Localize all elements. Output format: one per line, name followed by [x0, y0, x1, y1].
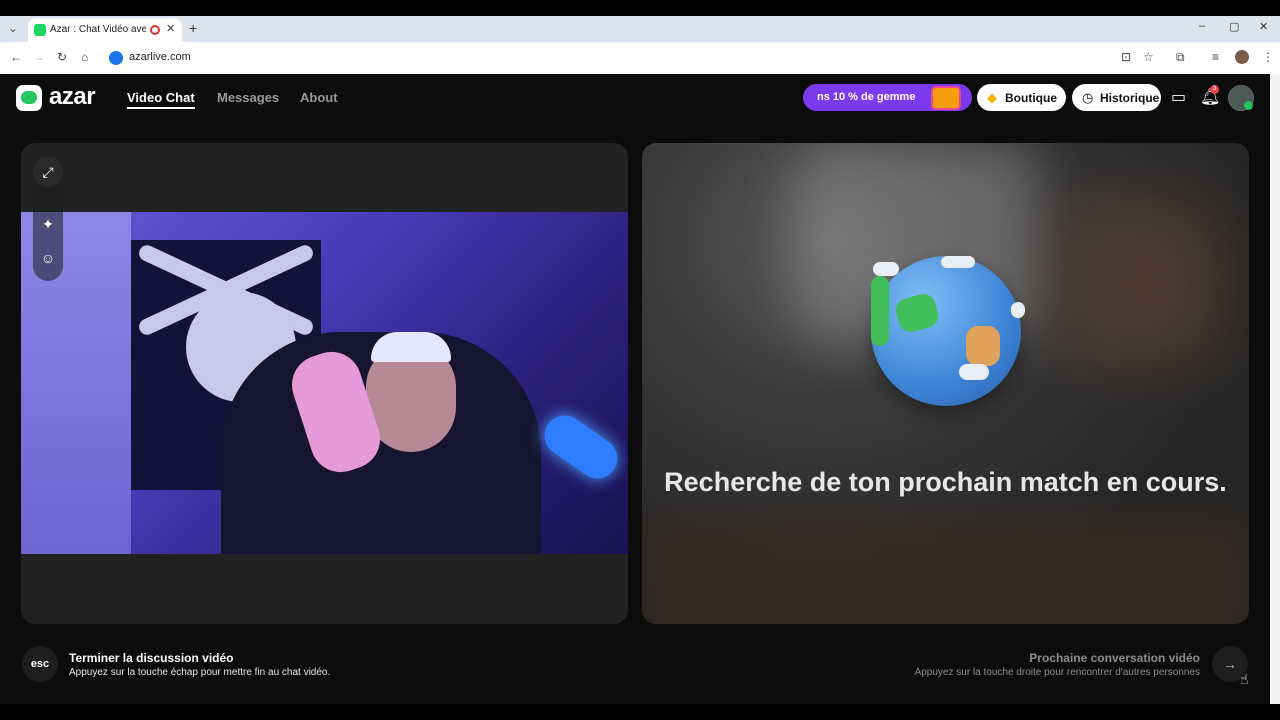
notification-badge: 3: [1210, 85, 1219, 94]
video-microphone: [536, 407, 626, 487]
treasure-chest-icon: [931, 86, 961, 110]
address-toolbar: ← → ↻ ⌂ azarlive.com ⊡ ☆ ⧉ ≡ ⋮: [0, 42, 1280, 74]
magic-wand-icon[interactable]: ✦: [33, 209, 63, 239]
gem-icon: ◆: [987, 90, 997, 105]
globe-icon: [871, 256, 1025, 406]
reload-icon[interactable]: ↻: [57, 50, 67, 64]
video-cap: [371, 332, 451, 362]
screen-bottom-border: [0, 704, 1280, 720]
searching-match-text: Recherche de ton prochain match en cours…: [664, 467, 1227, 497]
historique-label: Historique: [1100, 91, 1160, 105]
new-tab-button[interactable]: +: [189, 20, 197, 36]
nav-about[interactable]: About: [300, 90, 338, 105]
self-camera-feed: [21, 212, 628, 554]
maximize-button[interactable]: ▢: [1229, 20, 1239, 33]
nav-messages[interactable]: Messages: [217, 90, 279, 105]
end-chat-hint: Appuyez sur la touche échap pour mettre …: [69, 667, 331, 678]
address-bar[interactable]: azarlive.com: [103, 46, 1163, 70]
promo-text: ns 10 % de gemme: [817, 91, 916, 103]
forward-arrow-icon[interactable]: →: [33, 50, 45, 64]
azar-logo-icon[interactable]: [16, 85, 42, 111]
kebab-menu-icon[interactable]: ⋮: [1262, 50, 1274, 64]
gem-promo-banner[interactable]: ns 10 % de gemme: [803, 84, 972, 111]
nav-video-chat[interactable]: Video Chat: [127, 90, 195, 109]
inbox-icon[interactable]: ▭: [1171, 87, 1186, 107]
boutique-label: Boutique: [1005, 91, 1057, 105]
match-video-panel: Recherche de ton prochain match en cours…: [642, 143, 1249, 624]
home-icon[interactable]: ⌂: [81, 50, 88, 64]
close-tab-icon[interactable]: ✕: [166, 22, 175, 35]
azar-favicon-icon: [34, 24, 46, 36]
profile-avatar-icon[interactable]: [1235, 50, 1249, 64]
clock-icon: ◷: [1082, 90, 1094, 105]
end-chat-button[interactable]: esc: [22, 646, 58, 682]
recording-indicator-icon: [150, 25, 160, 35]
tab-title: Azar : Chat Vidéo avec de n: [50, 24, 146, 35]
browser-chrome: ⌄ Azar : Chat Vidéo avec de n ✕ + – ▢ ✕ …: [0, 16, 1280, 74]
close-window-button[interactable]: ✕: [1259, 20, 1268, 33]
puzzle-icon[interactable]: ⧉: [1176, 50, 1185, 65]
next-chat-hint: Appuyez sur la touche droite pour rencon…: [914, 667, 1200, 678]
end-chat-title: Terminer la discussion vidéo: [69, 651, 234, 665]
browser-tab[interactable]: Azar : Chat Vidéo avec de n ✕: [28, 18, 182, 42]
video-tools: ⤢ ✦ ☺: [33, 157, 63, 281]
mouse-cursor-icon: ☝︎: [1240, 671, 1249, 687]
historique-button[interactable]: ◷ Historique: [1072, 84, 1161, 111]
resize-icon[interactable]: ⤢: [33, 157, 63, 187]
blurred-background: [1062, 203, 1222, 363]
azar-page: azar Video Chat Messages About ns 10 % d…: [0, 74, 1270, 704]
install-app-icon[interactable]: ⊡: [1121, 50, 1131, 64]
next-chat-title: Prochaine conversation vidéo: [1029, 651, 1200, 665]
media-control-icon[interactable]: ≡: [1212, 50, 1219, 64]
face-filter-icon[interactable]: ☺: [33, 243, 63, 273]
back-arrow-icon[interactable]: ←: [10, 50, 22, 64]
logo-text[interactable]: azar: [49, 83, 96, 111]
online-status-dot: [1244, 101, 1253, 110]
boutique-button[interactable]: ◆ Boutique: [977, 84, 1066, 111]
blurred-background: [642, 523, 1249, 624]
star-icon[interactable]: ☆: [1143, 50, 1154, 64]
minimize-button[interactable]: –: [1199, 20, 1205, 32]
tab-strip: ⌄ Azar : Chat Vidéo avec de n ✕ + – ▢ ✕: [0, 16, 1280, 42]
chevron-down-icon[interactable]: ⌄: [5, 21, 21, 37]
scrollbar[interactable]: [1270, 74, 1280, 704]
screen-top-border: [0, 0, 1280, 16]
url-text: azarlive.com: [129, 51, 191, 63]
site-info-icon[interactable]: [109, 51, 123, 65]
self-video-panel: ⤢ ✦ ☺: [21, 143, 628, 624]
